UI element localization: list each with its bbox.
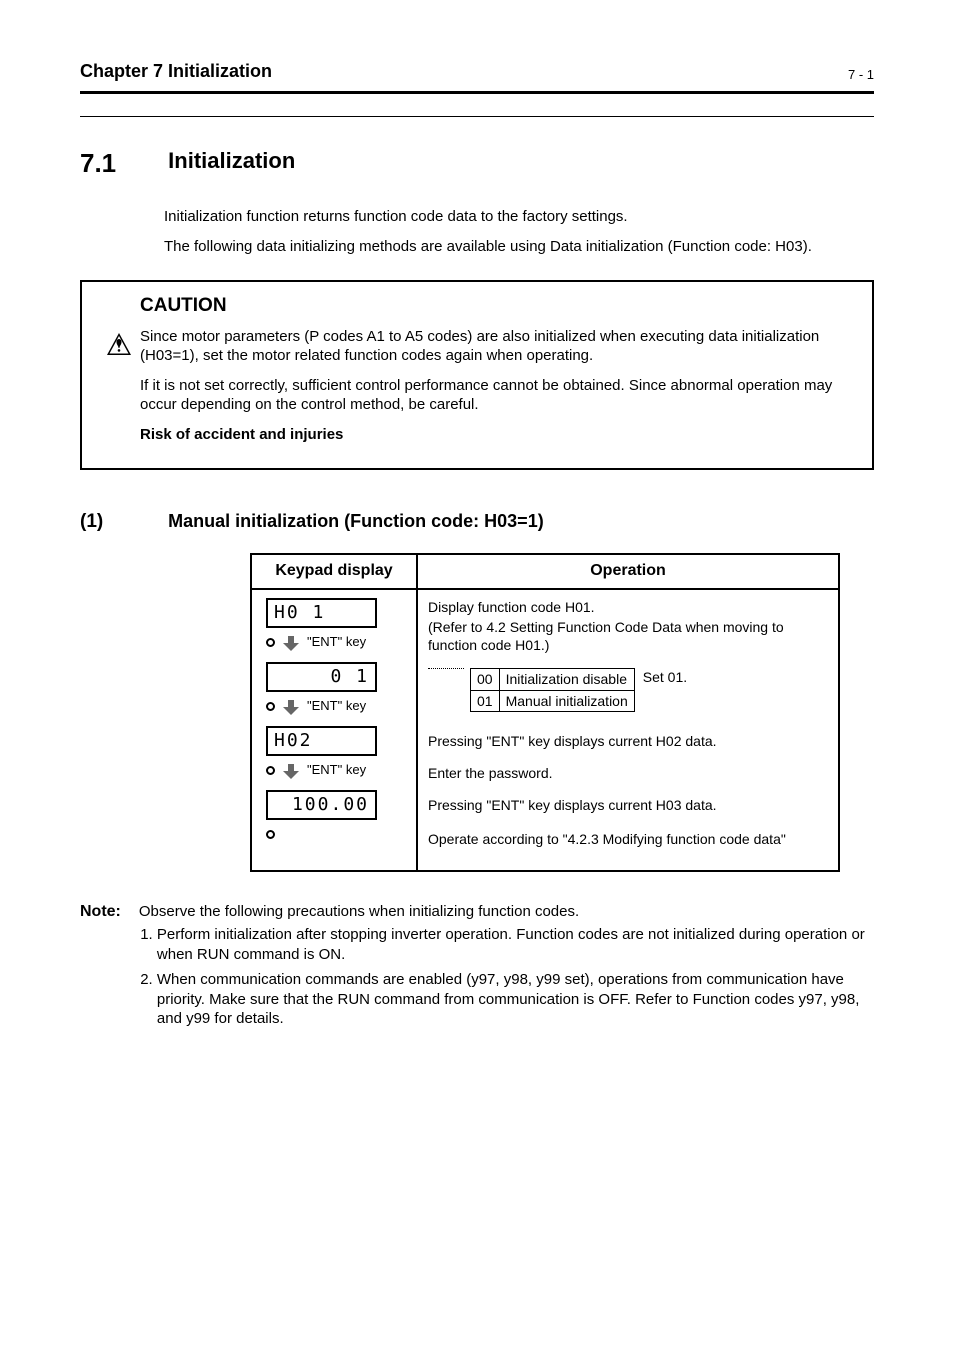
bullet-icon — [266, 830, 275, 839]
subsection-label: (1) — [80, 510, 164, 535]
page-number: 7 - 1 — [848, 67, 874, 84]
caution-injury-warning: Risk of accident and injuries — [140, 425, 856, 445]
op-text-press-ent-h03: Pressing "ENT" key displays current H03 … — [428, 796, 828, 814]
section-number: 7.1 — [80, 147, 164, 181]
section-title: Initialization — [168, 147, 295, 176]
bullet-icon — [266, 702, 275, 711]
op-text-final-note: Operate according to "4.2.3 Modifying fu… — [428, 830, 828, 848]
arrow-down-icon — [283, 763, 299, 779]
table-header-keypad: Keypad display — [251, 554, 417, 589]
mini-cell: 01 — [471, 690, 500, 711]
note-item-1: Perform initialization after stopping in… — [157, 925, 874, 964]
op-text-enter-password: Enter the password. — [428, 764, 828, 782]
procedure-table: Keypad display Operation H0 1 "ENT" key … — [250, 553, 840, 872]
bullet-icon — [266, 638, 275, 647]
caution-title: CAUTION — [140, 294, 856, 319]
mini-cell: 00 — [471, 669, 500, 690]
lcd-display-10000: 100.00 — [266, 790, 377, 820]
op-text-set-01: Set 01. — [635, 668, 687, 686]
caution-box: CAUTION Since motor parameters (P codes … — [80, 280, 874, 470]
chapter-title: Chapter 7 Initialization — [80, 60, 272, 83]
ent-key-label: "ENT" key — [307, 762, 366, 779]
mini-cell: Initialization disable — [499, 669, 634, 690]
lcd-display-01: 0 1 — [266, 662, 377, 692]
lcd-display-h02: H02 — [266, 726, 377, 756]
intro-paragraph-2: The following data initializing methods … — [164, 237, 874, 257]
arrow-down-icon — [283, 635, 299, 651]
op-text-press-ent-h02: Pressing "ENT" key displays current H02 … — [428, 732, 828, 750]
mini-cell: Manual initialization — [499, 690, 634, 711]
lcd-display-h01: H0 1 — [266, 598, 377, 628]
ent-key-label: "ENT" key — [307, 634, 366, 651]
warning-icon — [106, 332, 132, 356]
note-intro: Observe the following precautions when i… — [139, 902, 874, 922]
op-text-refer-note: (Refer to 4.2 Setting Function Code Data… — [428, 618, 828, 654]
divider-thin — [80, 116, 874, 117]
data-mini-table: 00 Initialization disable 01 Manual init… — [470, 668, 635, 711]
table-header-operation: Operation — [417, 554, 839, 589]
caution-paragraph-1: Since motor parameters (P codes A1 to A5… — [140, 327, 856, 366]
intro-paragraph-1: Initialization function returns function… — [164, 207, 874, 227]
arrow-down-icon — [283, 699, 299, 715]
note-label: Note: — [80, 902, 121, 923]
op-text-display-h01: Display function code H01. — [428, 598, 828, 616]
subsection-title: Manual initialization (Function code: H0… — [168, 510, 544, 533]
dotted-connector — [428, 668, 464, 669]
ent-key-label: "ENT" key — [307, 698, 366, 715]
note-item-2: When communication commands are enabled … — [157, 970, 874, 1029]
divider-thick — [80, 91, 874, 94]
bullet-icon — [266, 766, 275, 775]
caution-paragraph-2: If it is not set correctly, sufficient c… — [140, 376, 856, 415]
